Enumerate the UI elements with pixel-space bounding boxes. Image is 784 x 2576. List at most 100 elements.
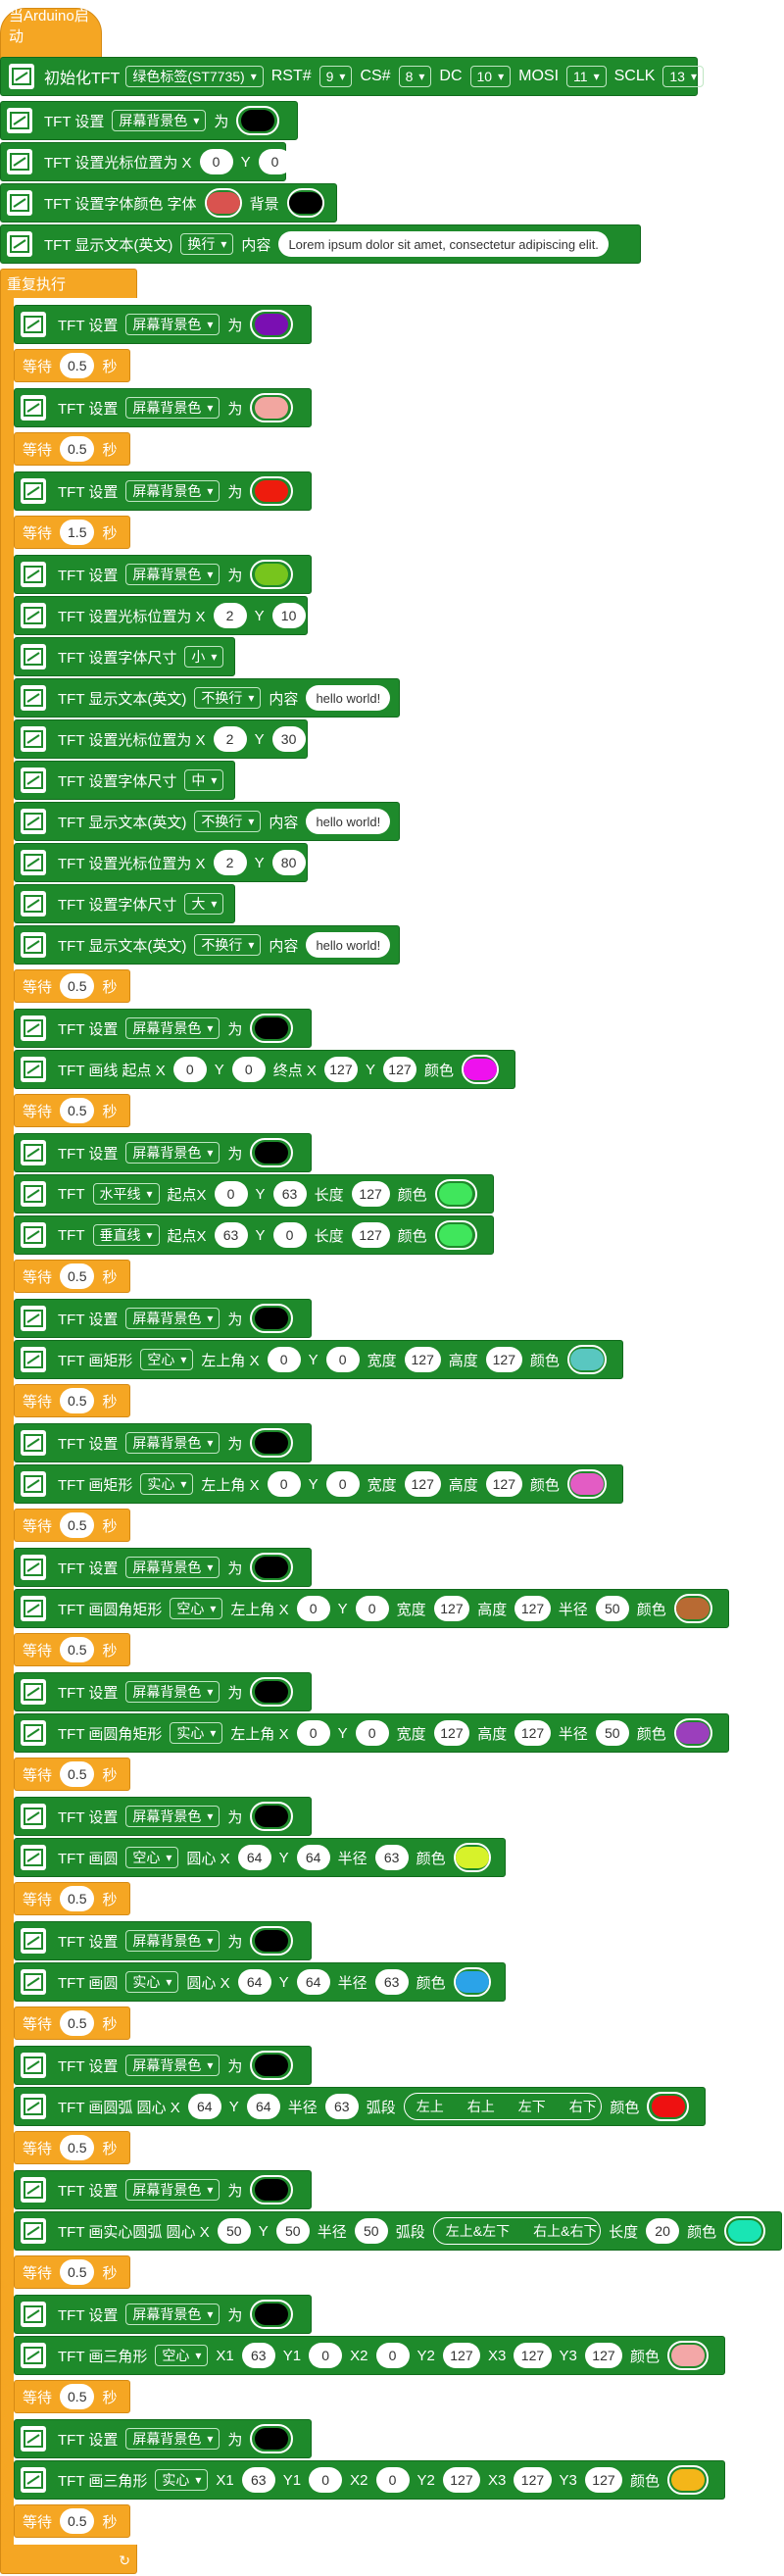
cursor-y-input[interactable]: 10	[271, 603, 306, 628]
wait-block[interactable]: 等待 0.5 秒	[14, 349, 130, 382]
wait-block[interactable]: 等待 0.5 秒	[14, 1633, 130, 1666]
rect-y-input[interactable]: 0	[325, 1347, 360, 1372]
tft-hv-block[interactable]: TFT 垂直线起点X 63 Y0 长度 127 颜色	[14, 1215, 494, 1255]
radius-input[interactable]: 63	[374, 1845, 409, 1870]
wait-seconds-input[interactable]: 0.5	[60, 1098, 95, 1123]
center-x-input[interactable]: 64	[187, 2094, 221, 2119]
tft-bg-block[interactable]: TFT 设置屏幕背景色为	[14, 2170, 312, 2209]
x3-input[interactable]: 127	[514, 2467, 552, 2493]
line-color-swatch[interactable]	[434, 1179, 477, 1209]
line-orientation-dropdown[interactable]: 水平线	[92, 1183, 160, 1205]
tft-size-block[interactable]: TFT 设置字体尺寸大	[14, 884, 235, 923]
background-color-swatch[interactable]	[250, 2175, 294, 2204]
arc-segment-option[interactable]: 右下	[558, 2094, 602, 2119]
line-color-swatch[interactable]	[462, 1055, 499, 1084]
x1-input[interactable]: 63	[241, 2467, 275, 2493]
wait-block[interactable]: 等待 0.5 秒	[14, 1384, 130, 1417]
tft-bg-block[interactable]: TFT 设置屏幕背景色为	[14, 1797, 312, 1836]
cursor-y-input[interactable]: 80	[271, 850, 306, 875]
background-color-swatch[interactable]	[250, 1553, 294, 1582]
line-x1-input[interactable]: 0	[172, 1057, 207, 1082]
background-color-swatch[interactable]	[250, 1138, 294, 1167]
rect-height-input[interactable]: 127	[514, 1596, 551, 1621]
fill-mode-dropdown[interactable]: 实心	[155, 2469, 209, 2491]
wait-seconds-input[interactable]: 0.5	[60, 353, 95, 378]
background-color-swatch[interactable]	[250, 1926, 294, 1956]
background-color-swatch[interactable]	[250, 1014, 294, 1043]
tft-bg-block[interactable]: TFT 设置屏幕背景色为	[14, 1133, 312, 1172]
fill-mode-dropdown[interactable]: 空心	[155, 2345, 209, 2366]
wait-seconds-input[interactable]: 0.5	[60, 2259, 95, 2285]
background-color-swatch[interactable]	[250, 2424, 294, 2453]
cursor-x-input[interactable]: 0	[199, 149, 233, 174]
start-y-input[interactable]: 63	[272, 1181, 307, 1207]
background-color-swatch[interactable]	[250, 560, 294, 589]
center-x-input[interactable]: 64	[237, 1969, 271, 1995]
arc-segment-option[interactable]: 右上&右下	[521, 2218, 600, 2244]
wait-seconds-input[interactable]: 0.5	[60, 1637, 95, 1662]
tft-bg-block[interactable]: TFT 设置屏幕背景色为	[0, 101, 298, 140]
tft-bg-block[interactable]: TFT 设置屏幕背景色为	[14, 2295, 312, 2334]
background-color-swatch[interactable]	[250, 2300, 294, 2329]
text-content-input[interactable]: hello world!	[306, 685, 391, 711]
fill-mode-dropdown[interactable]: 实心	[170, 1722, 223, 1744]
wait-block[interactable]: 等待 0.5 秒	[14, 1094, 130, 1127]
cursor-y-input[interactable]: 30	[271, 726, 306, 752]
background-color-swatch[interactable]	[236, 106, 280, 135]
background-option-dropdown[interactable]: 屏幕背景色	[125, 1308, 220, 1329]
rect-width-input[interactable]: 127	[404, 1471, 441, 1497]
background-color-swatch[interactable]	[250, 310, 294, 339]
wait-block[interactable]: 等待 0.5 秒	[14, 1509, 130, 1542]
arduino-start-hat-block[interactable]: 当Arduino启动	[0, 8, 102, 59]
fill-mode-dropdown[interactable]: 空心	[140, 1349, 194, 1370]
wait-seconds-input[interactable]: 0.5	[60, 2135, 95, 2160]
rect-width-input[interactable]: 127	[433, 1596, 470, 1621]
x1-input[interactable]: 63	[241, 2343, 275, 2368]
tft-bg-block[interactable]: TFT 设置屏幕背景色为	[14, 1009, 312, 1048]
line-color-swatch[interactable]	[434, 1220, 477, 1250]
background-option-dropdown[interactable]: 屏幕背景色	[125, 314, 220, 335]
font-color-swatch[interactable]	[204, 188, 242, 218]
rect-height-input[interactable]: 127	[485, 1471, 522, 1497]
shape-color-swatch[interactable]	[566, 1469, 607, 1499]
rect-x-input[interactable]: 0	[267, 1347, 301, 1372]
cursor-x-input[interactable]: 2	[213, 726, 247, 752]
wait-seconds-input[interactable]: 0.5	[60, 436, 95, 462]
tft-bg-block[interactable]: TFT 设置屏幕背景色为	[14, 555, 312, 594]
tft-cursor-block[interactable]: TFT 设置光标位置为 X 2 Y 10	[14, 596, 308, 635]
center-y-input[interactable]: 50	[275, 2218, 310, 2244]
wait-block[interactable]: 等待 0.5 秒	[14, 969, 130, 1003]
cursor-x-input[interactable]: 2	[213, 850, 247, 875]
background-option-dropdown[interactable]: 屏幕背景色	[125, 1806, 220, 1827]
rect-y-input[interactable]: 0	[355, 1720, 389, 1746]
font-size-dropdown[interactable]: 中	[184, 769, 224, 791]
background-option-dropdown[interactable]: 屏幕背景色	[125, 1681, 220, 1703]
tft-bg-block[interactable]: TFT 设置屏幕背景色为	[14, 305, 312, 344]
arc-segment-option[interactable]: 右上	[456, 2094, 507, 2119]
background-option-dropdown[interactable]: 屏幕背景色	[125, 2179, 220, 2201]
wait-block[interactable]: 等待 0.5 秒	[14, 2131, 130, 2164]
line-y1-input[interactable]: 0	[231, 1057, 266, 1082]
sclk-dropdown[interactable]: 13	[662, 66, 704, 87]
y3-input[interactable]: 127	[584, 2343, 623, 2368]
tft-cursor-block[interactable]: TFT 设置光标位置为 X 0Y0	[0, 142, 292, 181]
tft-line-block[interactable]: TFT 画线 起点 X 0 Y 0 终点 X 127 Y 127 颜色	[14, 1050, 515, 1089]
tft-cursor-block[interactable]: TFT 设置光标位置为 X 2 Y 80	[14, 843, 308, 882]
start-x-input[interactable]: 0	[214, 1181, 248, 1207]
wait-block[interactable]: 等待 0.5 秒	[14, 2006, 130, 2040]
center-x-input[interactable]: 64	[237, 1845, 271, 1870]
cs-dropdown[interactable]: 8	[398, 66, 432, 87]
rect-width-input[interactable]: 127	[404, 1347, 441, 1372]
background-color-swatch[interactable]	[250, 2051, 294, 2080]
x2-input[interactable]: 0	[375, 2343, 410, 2368]
fill-mode-dropdown[interactable]: 空心	[170, 1598, 223, 1619]
tft-arc-block[interactable]: TFT 画圆弧 圆心 X 64 Y 64 半径 63 弧段 左上 右上 左下 右下 颜色	[14, 2087, 706, 2126]
wait-block[interactable]: 等待 0.5 秒	[14, 2504, 130, 2538]
tft-bg-block[interactable]: TFT 设置屏幕背景色为	[14, 1921, 312, 1960]
font-background-swatch[interactable]	[286, 188, 324, 218]
wait-seconds-input[interactable]: 0.5	[60, 2010, 95, 2036]
wait-seconds-input[interactable]: 0.5	[60, 1512, 95, 1538]
tft-rect-block[interactable]: TFT 画矩形实心左上角 X 0Y0 宽度 127 高度 127 颜色	[14, 1464, 623, 1504]
rect-width-input[interactable]: 127	[433, 1720, 470, 1746]
wait-block[interactable]: 等待 0.5 秒	[14, 2380, 130, 2413]
